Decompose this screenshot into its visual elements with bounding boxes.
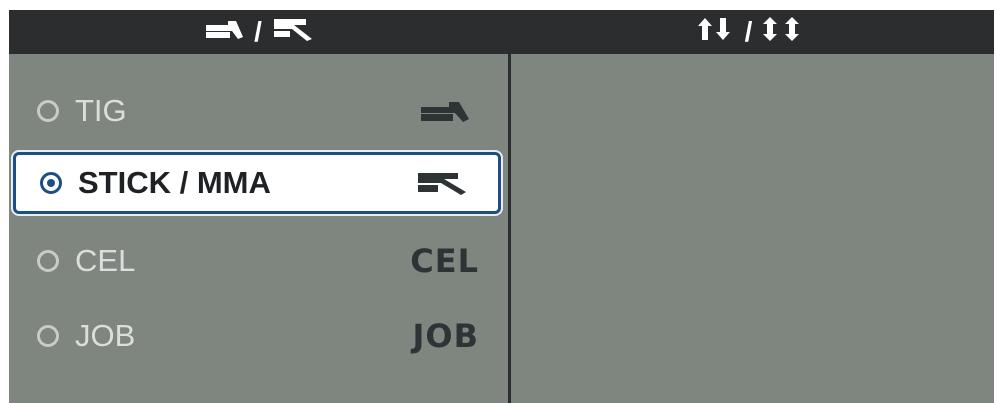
radio-button[interactable] [37,100,59,122]
radio-button[interactable] [37,250,59,272]
process-item-tig[interactable]: TIG [13,80,501,142]
radio-button[interactable] [37,325,59,347]
stick-electrode-icon [272,16,314,49]
process-label: TIG [75,93,127,128]
stick-electrode-icon [412,166,472,200]
header-separator: / [254,16,262,47]
job-badge: JOB [412,317,479,355]
two-step-trigger-icon [697,16,735,49]
process-item-cel[interactable]: CEL CEL [13,230,501,292]
tig-torch-icon [204,16,244,48]
four-step-trigger-icon [762,16,806,49]
process-label: JOB [75,318,136,353]
process-item-job[interactable]: JOB JOB [13,305,501,367]
tig-torch-icon [415,94,475,128]
trigger-mode-panel [511,54,994,403]
header-bar: / / [9,10,994,54]
process-label: CEL [75,243,136,278]
process-mode-header: / [9,10,509,54]
process-item-stick-mma[interactable]: STICK / MMA [13,152,501,214]
trigger-mode-header: / [509,10,994,54]
cel-badge: CEL [410,242,479,280]
radio-button-selected[interactable] [40,172,62,194]
process-label: STICK / MMA [78,165,271,200]
header-separator-2: / [744,16,753,47]
welder-process-screen: / / TIG STICK / MMA CEL CEL JOB JOB [9,10,994,403]
